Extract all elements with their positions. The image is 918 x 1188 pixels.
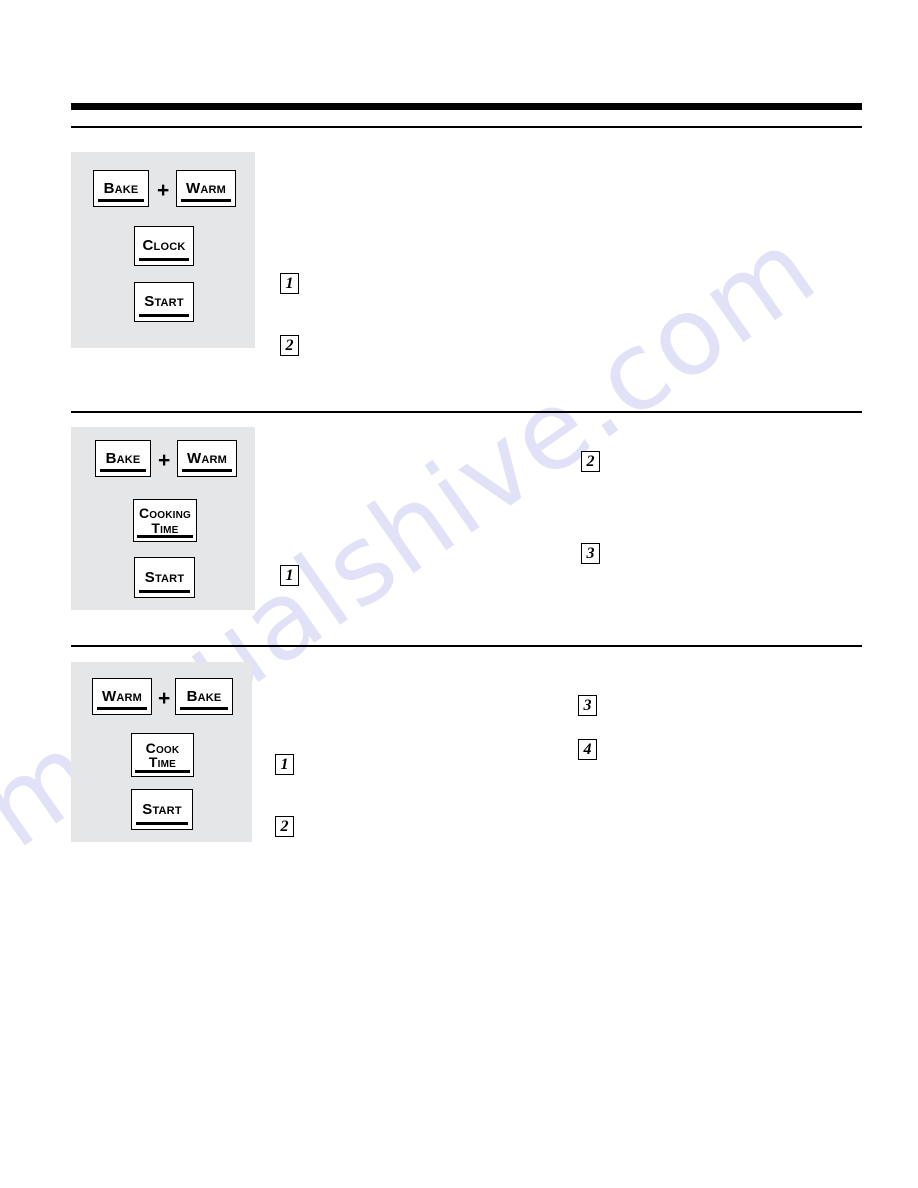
step-number-2-s3: 2 — [275, 816, 294, 837]
key-bake-s3[interactable]: Bake — [175, 678, 233, 715]
key-label: Warm — [101, 687, 142, 705]
header-rule-thick — [71, 103, 862, 110]
key-bake-s1[interactable]: Bake — [93, 170, 149, 207]
key-clock-s1[interactable]: Clock — [134, 226, 194, 266]
key-warm-s3[interactable]: Warm — [92, 678, 152, 715]
key-bake-s2[interactable]: Bake — [95, 440, 151, 477]
key-label: Bake — [186, 687, 222, 705]
section-divider-1 — [71, 411, 862, 413]
key-label: Start — [144, 568, 185, 586]
key-label: Warm — [186, 449, 227, 467]
key-warm-s1[interactable]: Warm — [176, 170, 236, 207]
manual-page: manualshive.com Bake + Warm Clock Start … — [0, 0, 918, 1188]
key-label: Cooking — [138, 505, 192, 522]
key-label: Start — [144, 293, 184, 311]
plus-sign-s2: + — [158, 449, 171, 472]
plus-sign-s3: + — [158, 687, 171, 710]
key-label: Clock — [142, 237, 186, 255]
key-start-s2[interactable]: Start — [134, 557, 195, 598]
step-number-2-s2: 2 — [581, 451, 600, 472]
key-start-s3[interactable]: Start — [131, 789, 193, 830]
header-rule-thin — [71, 126, 862, 128]
key-start-s1[interactable]: Start — [134, 282, 194, 322]
key-label: Warm — [185, 179, 226, 197]
key-label: Bake — [103, 179, 139, 197]
key-cooking-time-s2[interactable]: Cooking Time — [133, 499, 197, 542]
key-label: Cook — [145, 739, 180, 756]
plus-sign-s1: + — [157, 179, 170, 202]
key-label: Time — [148, 754, 177, 770]
step-number-3-s3: 3 — [578, 695, 597, 716]
step-number-1-s3: 1 — [275, 754, 294, 775]
step-number-3-s2: 3 — [581, 543, 600, 564]
key-label: Bake — [105, 449, 141, 467]
key-warm-s2[interactable]: Warm — [177, 440, 237, 477]
step-number-1-s1: 1 — [280, 273, 299, 294]
key-cook-time-s3[interactable]: Cook Time — [131, 733, 194, 777]
step-number-2-s1: 2 — [280, 335, 299, 356]
step-number-4-s3: 4 — [578, 739, 597, 760]
key-label: Time — [151, 519, 179, 536]
key-label: Start — [142, 800, 182, 818]
step-number-1-s2: 1 — [280, 565, 299, 586]
section-divider-2 — [71, 645, 862, 647]
